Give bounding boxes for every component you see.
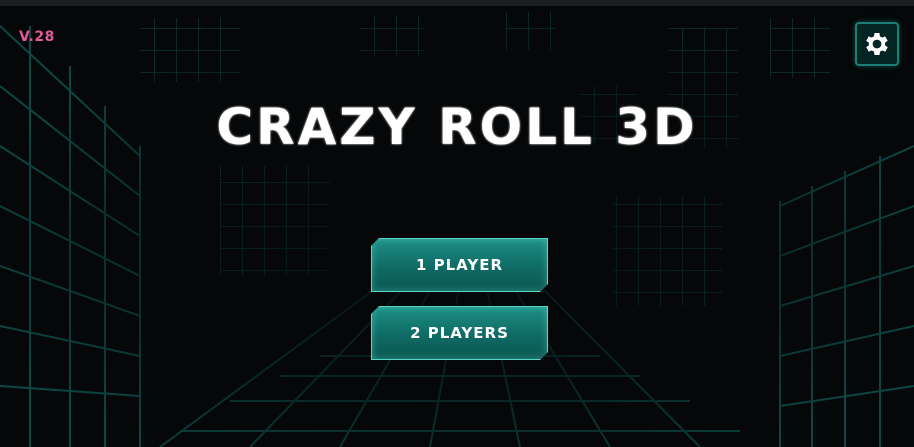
gear-icon [866,33,888,55]
two-players-button[interactable]: 2 PLAYERS [371,306,548,360]
version-label: V.28 [19,29,55,45]
game-title: CRAZY ROLL 3D [216,98,698,156]
settings-button[interactable] [855,22,899,66]
neon-grid-background [0,6,914,447]
one-player-button[interactable]: 1 PLAYER [371,238,548,292]
